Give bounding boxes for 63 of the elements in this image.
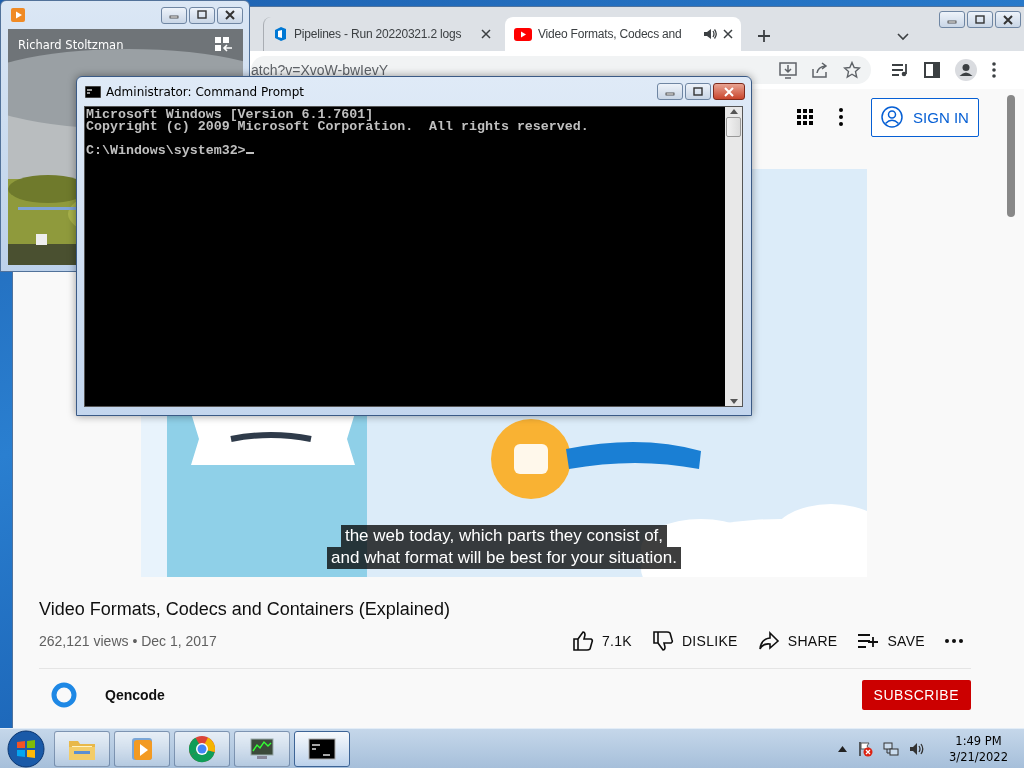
player-app-icon <box>11 8 25 22</box>
start-button[interactable] <box>6 729 46 768</box>
browser-tab[interactable]: Video Formats, Codecs and <box>505 17 741 51</box>
close-icon <box>224 10 236 20</box>
side-panel-icon[interactable] <box>924 62 940 78</box>
more-button[interactable] <box>945 639 963 643</box>
speaker-icon[interactable] <box>703 28 717 40</box>
maximize-button[interactable] <box>685 83 711 100</box>
clock-date: 3/21/2022 <box>949 748 1008 765</box>
share-arrow-icon <box>757 630 780 652</box>
dislike-button[interactable]: DISLIKE <box>651 630 738 652</box>
taskbar-button[interactable] <box>234 730 290 767</box>
maximize-icon <box>692 86 704 97</box>
channel-avatar-icon[interactable] <box>51 682 77 708</box>
close-button[interactable] <box>713 83 745 100</box>
star-icon[interactable] <box>843 61 861 79</box>
avatar-icon[interactable] <box>955 59 977 81</box>
close-icon <box>1002 14 1014 25</box>
share-icon[interactable] <box>811 61 829 79</box>
apps-icon[interactable] <box>797 109 813 125</box>
maximize-icon <box>196 10 208 20</box>
chevron-down-icon[interactable] <box>897 33 909 41</box>
maximize-icon <box>974 14 986 25</box>
clock-time: 1:49 PM <box>955 732 1002 749</box>
view-count: 262,121 views • Dec 1, 2017 <box>39 633 218 649</box>
more-icon[interactable] <box>839 108 843 126</box>
flag-icon[interactable] <box>857 740 874 757</box>
dots-icon <box>945 639 963 643</box>
scrollbar-thumb[interactable] <box>726 117 741 137</box>
close-icon[interactable] <box>481 29 491 39</box>
scrollbar-thumb[interactable] <box>1007 95 1015 217</box>
play-icon <box>514 27 532 41</box>
menu-icon[interactable] <box>992 62 996 78</box>
plus-icon[interactable] <box>757 29 771 43</box>
minimize-button[interactable] <box>161 6 187 24</box>
close-icon <box>723 86 735 97</box>
save-button[interactable]: SAVE <box>857 630 925 652</box>
close-button[interactable] <box>995 11 1021 28</box>
person-icon <box>881 106 904 128</box>
close-button[interactable] <box>217 6 243 24</box>
thumbs-down-icon <box>651 630 674 652</box>
video-title: Video Formats, Codecs and Containers (Explained) <box>39 599 451 620</box>
maximize-button[interactable] <box>189 6 215 24</box>
close-icon[interactable] <box>723 29 733 39</box>
text-cursor <box>245 152 254 154</box>
sign-in-button[interactable]: SIGN IN <box>871 97 979 137</box>
clock[interactable]: 1:49 PM 3/21/2022 <box>949 732 1008 765</box>
minimize-button[interactable] <box>939 11 965 28</box>
subscribe-button[interactable]: SUBSCRIBE <box>861 680 971 710</box>
thumbs-up-icon <box>571 630 594 652</box>
maximize-button[interactable] <box>967 11 993 28</box>
scroll-down-icon[interactable] <box>729 399 738 404</box>
network-icon[interactable] <box>883 740 900 757</box>
playlist-icon[interactable] <box>891 62 909 78</box>
pipelines-icon <box>272 26 288 42</box>
like-button[interactable]: 7.1K <box>571 630 632 652</box>
taskbar-button[interactable] <box>294 730 350 767</box>
scroll-up-icon[interactable] <box>729 109 738 114</box>
share-button[interactable]: SHARE <box>757 630 838 652</box>
download-icon[interactable] <box>779 61 797 79</box>
channel-name[interactable]: Qencode <box>105 687 862 703</box>
minimize-button[interactable] <box>657 83 683 100</box>
chevron-up-icon[interactable] <box>838 745 848 752</box>
